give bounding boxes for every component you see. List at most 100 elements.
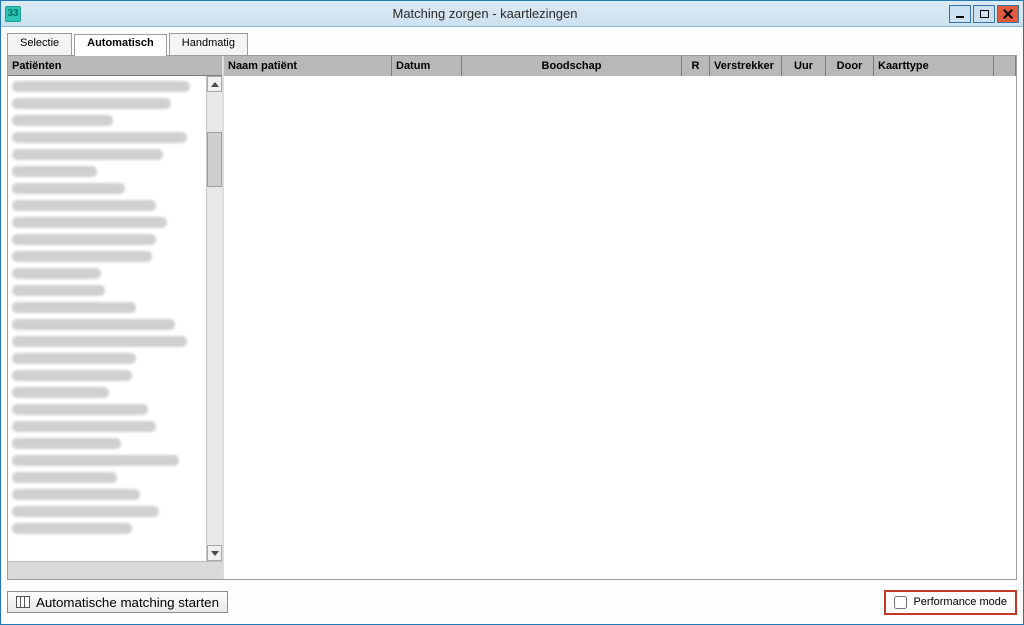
- redacted-text: [12, 200, 156, 211]
- patients-list[interactable]: [8, 76, 206, 561]
- patients-pane: Patiënten: [8, 56, 224, 579]
- redacted-text: [12, 370, 132, 381]
- column-header-door[interactable]: Door: [826, 56, 874, 76]
- patient-row[interactable]: [10, 452, 206, 469]
- performance-mode-group[interactable]: Performance mode: [884, 590, 1017, 615]
- redacted-text: [12, 489, 140, 500]
- redacted-text: [12, 81, 190, 92]
- tab-bar: SelectieAutomatischHandmatig: [7, 33, 1017, 55]
- redacted-text: [12, 353, 136, 364]
- patient-row[interactable]: [10, 282, 206, 299]
- patient-row[interactable]: [10, 435, 206, 452]
- list-icon: [16, 596, 30, 608]
- patient-row[interactable]: [10, 214, 206, 231]
- redacted-text: [12, 404, 148, 415]
- redacted-text: [12, 523, 132, 534]
- scroll-down-button[interactable]: [207, 545, 222, 561]
- minimize-icon: [956, 16, 964, 18]
- scroll-thumb[interactable]: [207, 132, 222, 187]
- tab-selectie[interactable]: Selectie: [7, 33, 72, 55]
- results-grid-body[interactable]: [224, 76, 1016, 579]
- redacted-text: [12, 285, 105, 296]
- patients-header[interactable]: Patiënten: [8, 56, 222, 76]
- redacted-text: [12, 438, 121, 449]
- patient-row[interactable]: [10, 486, 206, 503]
- redacted-text: [12, 455, 179, 466]
- column-header-spacer[interactable]: [994, 56, 1016, 76]
- patients-list-wrap: [8, 76, 222, 561]
- patient-row[interactable]: [10, 367, 206, 384]
- patient-row[interactable]: [10, 350, 206, 367]
- start-auto-matching-button[interactable]: Automatische matching starten: [7, 591, 228, 613]
- patient-row[interactable]: [10, 231, 206, 248]
- column-header-kaarttype[interactable]: Kaarttype: [874, 56, 994, 76]
- chevron-down-icon: [211, 551, 219, 556]
- maximize-button[interactable]: [973, 5, 995, 23]
- patient-row[interactable]: [10, 384, 206, 401]
- patient-row[interactable]: [10, 180, 206, 197]
- redacted-text: [12, 472, 117, 483]
- close-button[interactable]: [997, 5, 1019, 23]
- redacted-text: [12, 115, 113, 126]
- redacted-text: [12, 166, 97, 177]
- column-header-datum[interactable]: Datum: [392, 56, 462, 76]
- patients-list-footer: [8, 561, 222, 579]
- redacted-text: [12, 506, 159, 517]
- column-header-uur[interactable]: Uur: [782, 56, 826, 76]
- minimize-button[interactable]: [949, 5, 971, 23]
- patient-row[interactable]: [10, 503, 206, 520]
- column-header-r[interactable]: R: [682, 56, 710, 76]
- patient-row[interactable]: [10, 197, 206, 214]
- patient-row[interactable]: [10, 95, 206, 112]
- results-grid-header: Naam patiëntDatumBoodschapRVerstrekkerUu…: [224, 56, 1016, 76]
- patient-row[interactable]: [10, 333, 206, 350]
- redacted-text: [12, 421, 156, 432]
- patient-row[interactable]: [10, 129, 206, 146]
- close-icon: [1003, 9, 1013, 19]
- redacted-text: [12, 336, 187, 347]
- redacted-text: [12, 387, 109, 398]
- patient-row[interactable]: [10, 316, 206, 333]
- app-icon: 33: [5, 6, 21, 22]
- client-area: SelectieAutomatischHandmatig Patiënten: [1, 27, 1023, 624]
- patient-row[interactable]: [10, 401, 206, 418]
- tab-automatisch[interactable]: Automatisch: [74, 34, 167, 56]
- start-auto-matching-label: Automatische matching starten: [36, 595, 219, 610]
- column-header-verstrekker[interactable]: Verstrekker: [710, 56, 782, 76]
- content-panel: Patiënten Naam patiëntDatumBoodschapRVer…: [7, 55, 1017, 580]
- performance-mode-label: Performance mode: [913, 596, 1007, 608]
- redacted-text: [12, 234, 156, 245]
- redacted-text: [12, 251, 152, 262]
- redacted-text: [12, 132, 187, 143]
- window-title: Matching zorgen - kaartlezingen: [21, 6, 949, 21]
- patient-row[interactable]: [10, 146, 206, 163]
- patient-row[interactable]: [10, 112, 206, 129]
- patient-row[interactable]: [10, 265, 206, 282]
- column-header-naam[interactable]: Naam patiënt: [224, 56, 392, 76]
- patients-scrollbar[interactable]: [206, 76, 222, 561]
- window-buttons: [949, 5, 1019, 23]
- scroll-up-button[interactable]: [207, 76, 222, 92]
- redacted-text: [12, 183, 125, 194]
- patient-row[interactable]: [10, 163, 206, 180]
- redacted-text: [12, 149, 163, 160]
- window: 33 Matching zorgen - kaartlezingen Selec…: [0, 0, 1024, 625]
- performance-mode-checkbox[interactable]: [894, 596, 907, 609]
- patient-row[interactable]: [10, 418, 206, 435]
- footer-bar: Automatische matching starten Performanc…: [7, 586, 1017, 618]
- patient-row[interactable]: [10, 299, 206, 316]
- results-pane: Naam patiëntDatumBoodschapRVerstrekkerUu…: [224, 56, 1016, 579]
- tab-handmatig[interactable]: Handmatig: [169, 33, 248, 55]
- patient-row[interactable]: [10, 78, 206, 95]
- scroll-track[interactable]: [207, 92, 222, 545]
- patient-row[interactable]: [10, 469, 206, 486]
- redacted-text: [12, 98, 171, 109]
- redacted-text: [12, 319, 175, 330]
- redacted-text: [12, 217, 167, 228]
- column-header-boodschap[interactable]: Boodschap: [462, 56, 682, 76]
- maximize-icon: [980, 10, 989, 18]
- patient-row[interactable]: [10, 248, 206, 265]
- chevron-up-icon: [211, 82, 219, 87]
- patient-row[interactable]: [10, 520, 206, 537]
- title-bar: 33 Matching zorgen - kaartlezingen: [1, 1, 1023, 27]
